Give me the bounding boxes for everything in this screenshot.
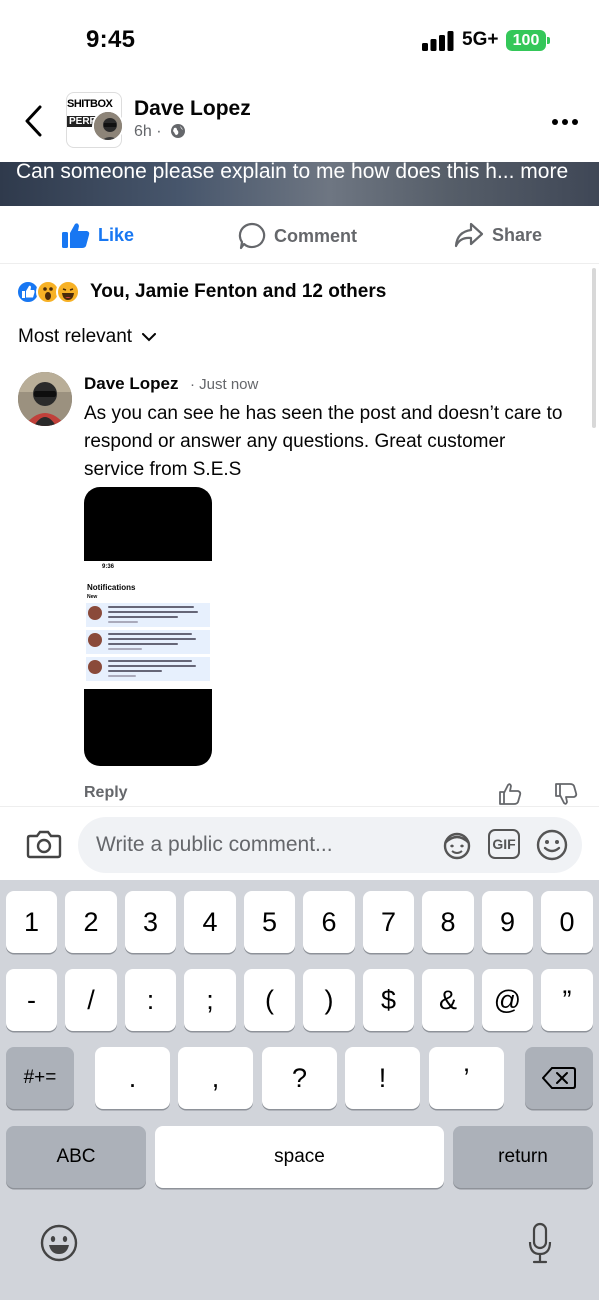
key-8[interactable]: 8 [422, 891, 474, 953]
battery-icon: 100 [506, 30, 546, 51]
attachment-title: Notifications [87, 583, 136, 592]
reply-button[interactable]: Reply [84, 784, 128, 802]
comment-author[interactable]: Dave Lopez [84, 374, 178, 394]
post-meta: 6h · [134, 123, 186, 141]
attachment-notification [86, 630, 210, 654]
key-7[interactable]: 7 [363, 891, 414, 953]
key-quote[interactable]: ” [541, 969, 593, 1031]
more-horizontal-icon[interactable] [552, 118, 578, 126]
key-question[interactable]: ? [262, 1047, 337, 1109]
key-close-paren[interactable]: ) [303, 969, 355, 1031]
key-dollar[interactable]: $ [363, 969, 414, 1031]
comment-composer: GIF [0, 806, 599, 880]
avatar-sticker-icon[interactable] [440, 829, 474, 861]
key-5[interactable]: 5 [244, 891, 295, 953]
commenter-avatar[interactable] [18, 372, 72, 426]
person-image [18, 372, 72, 426]
emoji-icon[interactable] [535, 829, 569, 861]
post-caption[interactable]: Can someone please explain to me how doe… [0, 162, 599, 206]
key-ampersand[interactable]: & [422, 969, 474, 1031]
status-bar: 9:45 5G+ 100 [0, 0, 599, 80]
key-apostrophe[interactable]: ’ [429, 1047, 504, 1109]
chevron-left-icon[interactable] [22, 104, 46, 138]
chevron-down-icon [142, 332, 157, 341]
key-6[interactable]: 6 [303, 891, 355, 953]
thumbs-up-icon [62, 223, 90, 248]
attachment-time: 9:36 [102, 564, 115, 570]
key-at[interactable]: @ [482, 969, 533, 1031]
key-hyphen[interactable]: - [6, 969, 57, 1031]
key-0[interactable]: 0 [541, 891, 593, 953]
upvote-icon[interactable] [498, 782, 522, 806]
reaction-summary[interactable]: You, Jamie Fenton and 12 others [16, 278, 386, 306]
page-logo-text: SHITBOX [67, 98, 113, 110]
key-open-paren[interactable]: ( [244, 969, 295, 1031]
reaction-text: You, Jamie Fenton and 12 others [90, 281, 387, 302]
comment-attachment-image[interactable]: 9:36 Notifications New [84, 487, 212, 766]
comment-time: · Just now [190, 376, 259, 393]
attachment-section: New [87, 594, 98, 600]
caption-body: Can someone please explain to me how doe… [16, 162, 497, 183]
network-label: 5G+ [462, 29, 499, 50]
comment-bubble-icon [238, 222, 266, 250]
sort-dropdown[interactable]: Most relevant [18, 326, 157, 348]
like-button[interactable]: Like [62, 222, 134, 248]
post-actions: Like Comment Share [0, 206, 599, 264]
key-space[interactable]: space [155, 1126, 444, 1188]
attachment-screenshot: 9:36 Notifications New [84, 561, 212, 689]
key-3[interactable]: 3 [125, 891, 176, 953]
key-period[interactable]: . [95, 1047, 170, 1109]
gif-icon[interactable]: GIF [488, 829, 520, 859]
scrollbar[interactable] [592, 268, 596, 428]
attachment-notification [86, 603, 210, 627]
author-avatar[interactable] [92, 110, 124, 142]
screen: 9:45 5G+ 100 SHITBOX PERFO Dave Lopez 6h… [0, 0, 599, 1300]
post-header: SHITBOX PERFO Dave Lopez 6h · [0, 80, 599, 164]
haha-reaction-icon [56, 280, 80, 304]
key-colon[interactable]: : [125, 969, 176, 1031]
emoji-keyboard-icon[interactable] [40, 1224, 78, 1262]
share-label: Share [492, 224, 543, 245]
key-1[interactable]: 1 [6, 891, 57, 953]
share-arrow-icon [454, 222, 484, 248]
key-2[interactable]: 2 [65, 891, 117, 953]
backspace-icon [542, 1067, 576, 1089]
key-delete[interactable] [525, 1047, 593, 1109]
keyboard: 1 2 3 4 5 6 7 8 9 0 - / : ; ( ) $ & @ ” … [0, 880, 599, 1300]
key-semicolon[interactable]: ; [184, 969, 236, 1031]
key-9[interactable]: 9 [482, 891, 533, 953]
attachment-notification [86, 657, 210, 681]
like-label: Like [98, 224, 135, 245]
status-time: 9:45 [86, 26, 136, 53]
downvote-icon[interactable] [554, 782, 578, 806]
battery-tip [547, 37, 550, 44]
microphone-icon[interactable] [528, 1222, 552, 1264]
comment-label: Comment [274, 225, 358, 246]
key-exclamation[interactable]: ! [345, 1047, 420, 1109]
author-name[interactable]: Dave Lopez [134, 97, 251, 121]
comment-text: As you can see he has seen the post and … [84, 403, 563, 480]
globe-icon [171, 124, 186, 138]
post-time: 6h · [134, 123, 162, 140]
caption-text: Can someone please explain to me how doe… [16, 162, 568, 184]
key-return[interactable]: return [453, 1126, 593, 1188]
caption-more-link[interactable]: ... more [497, 162, 568, 183]
key-symbols[interactable]: #+= [6, 1047, 74, 1109]
key-abc[interactable]: ABC [6, 1126, 146, 1188]
key-slash[interactable]: / [65, 969, 117, 1031]
camera-icon[interactable] [26, 829, 62, 859]
key-4[interactable]: 4 [184, 891, 236, 953]
key-comma[interactable]: , [178, 1047, 253, 1109]
signal-icon [422, 31, 454, 51]
comment-button[interactable]: Comment [238, 222, 357, 250]
sort-label: Most relevant [18, 326, 133, 347]
share-button[interactable]: Share [454, 222, 542, 248]
